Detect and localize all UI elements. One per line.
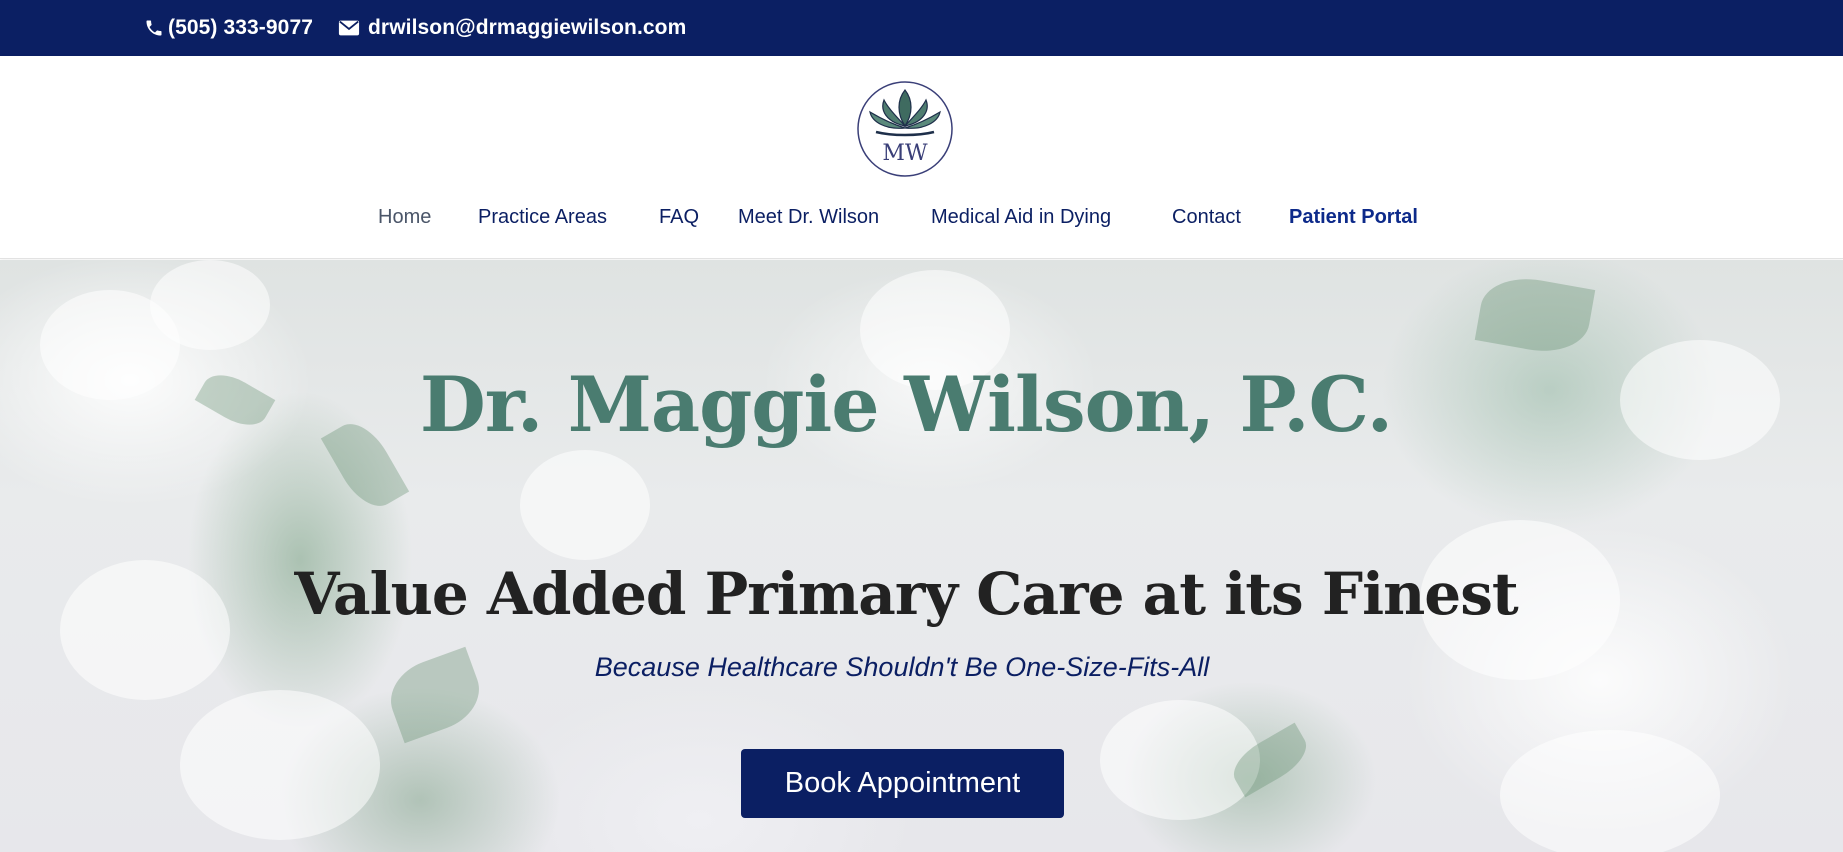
nav-item-practice-areas[interactable]: Practice Areas [478,206,607,229]
phone-icon [146,20,162,36]
envelope-icon [338,20,360,36]
background-leaf [1474,270,1596,360]
email-link[interactable]: drwilson@drmaggiewilson.com [338,0,686,56]
site-header: MW Home Practice Areas FAQ Meet Dr. Wils… [0,56,1843,259]
hero-section: Dr. Maggie Wilson, P.C. Value Added Prim… [0,260,1843,852]
email-address: drwilson@drmaggiewilson.com [368,16,687,39]
lotus-icon: MW [857,81,953,177]
hero-title: Dr. Maggie Wilson, P.C. [419,360,1393,449]
nav-item-meet-dr-wilson[interactable]: Meet Dr. Wilson [738,206,879,229]
nav-item-patient-portal[interactable]: Patient Portal [1289,206,1418,229]
phone-number: (505) 333-9077 [168,16,314,39]
background-blossom [1500,730,1720,852]
background-blossom [180,690,380,840]
nav-item-contact[interactable]: Contact [1172,206,1241,229]
hero-tagline: Because Healthcare Shouldn't Be One-Size… [594,652,1210,682]
nav-item-home[interactable]: Home [378,206,431,229]
phone-link[interactable]: (505) 333-9077 [144,0,313,56]
site-logo[interactable]: MW [856,80,954,178]
nav-item-faq[interactable]: FAQ [659,206,699,229]
background-blossom [150,260,270,350]
hero-subtitle: Value Added Primary Care at its Finest [294,560,1518,628]
logo-monogram: MW [882,141,928,166]
background-blossom [1100,700,1260,820]
top-contact-bar: (505) 333-9077 drwilson@drmaggiewilson.c… [0,0,1843,56]
main-navigation: Home Practice Areas FAQ Meet Dr. Wilson … [0,206,1843,246]
background-blossom [520,450,650,560]
nav-item-medical-aid-in-dying[interactable]: Medical Aid in Dying [931,206,1111,229]
book-appointment-button[interactable]: Book Appointment [741,749,1064,818]
